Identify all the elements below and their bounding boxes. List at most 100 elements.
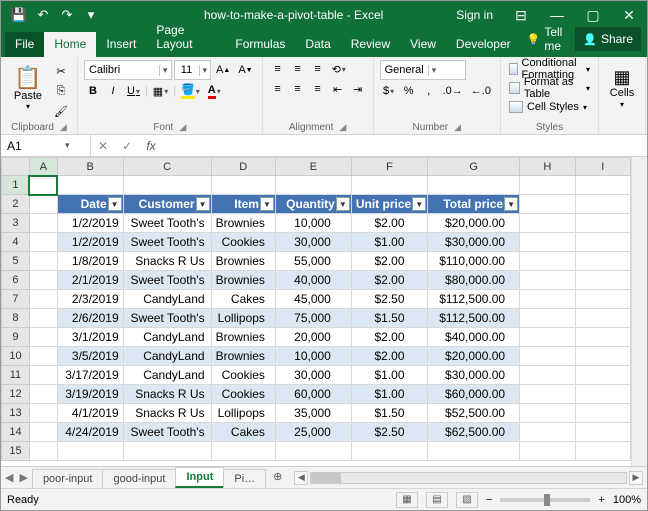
cell-quantity[interactable]: 55,000 bbox=[275, 252, 351, 271]
cell[interactable] bbox=[520, 328, 575, 347]
redo-icon[interactable]: ↷ bbox=[57, 5, 77, 25]
align-left-button[interactable]: ≡ bbox=[269, 80, 287, 98]
cell-unit-price[interactable]: $1.50 bbox=[351, 404, 427, 423]
cell-total-price[interactable]: $20,000.00 bbox=[428, 214, 520, 233]
sheet-nav-prev-icon[interactable]: ◀ bbox=[5, 471, 13, 484]
cell[interactable] bbox=[29, 252, 57, 271]
font-color-button[interactable]: A bbox=[205, 82, 224, 100]
cell-styles-button[interactable]: Cell Styles▾ bbox=[507, 98, 592, 116]
cell[interactable] bbox=[29, 233, 57, 252]
cell[interactable] bbox=[29, 404, 57, 423]
row-header-14[interactable]: 14 bbox=[2, 423, 30, 442]
cell-total-price[interactable]: $40,000.00 bbox=[428, 328, 520, 347]
cell-date[interactable]: 1/2/2019 bbox=[57, 214, 123, 233]
cells-button[interactable]: ▦ Cells ▾ bbox=[605, 60, 639, 116]
cell-quantity[interactable]: 60,000 bbox=[275, 385, 351, 404]
align-middle-button[interactable]: ≡ bbox=[289, 60, 307, 78]
cell-total-price[interactable]: $110,000.00 bbox=[428, 252, 520, 271]
cell[interactable] bbox=[123, 442, 211, 461]
row-header-3[interactable]: 3 bbox=[2, 214, 30, 233]
cell-quantity[interactable]: 10,000 bbox=[275, 347, 351, 366]
cell[interactable] bbox=[57, 176, 123, 195]
row-header-8[interactable]: 8 bbox=[2, 309, 30, 328]
cell-customer[interactable]: Sweet Tooth's bbox=[123, 309, 211, 328]
cell-item[interactable]: Brownies bbox=[211, 271, 275, 290]
cell-unit-price[interactable]: $1.00 bbox=[351, 366, 427, 385]
cell-unit-price[interactable]: $2.00 bbox=[351, 347, 427, 366]
table-header[interactable]: Total price▼ bbox=[428, 195, 520, 214]
tab-insert[interactable]: Insert bbox=[96, 32, 146, 57]
dialog-launcher-icon[interactable]: ◢ bbox=[60, 122, 67, 133]
align-top-button[interactable]: ≡ bbox=[269, 60, 287, 78]
cell-customer[interactable]: Sweet Tooth's bbox=[123, 271, 211, 290]
cell-item[interactable]: Lollipops bbox=[211, 309, 275, 328]
format-as-table-button[interactable]: Format as Table▾ bbox=[507, 79, 592, 97]
cell-item[interactable]: Cakes bbox=[211, 423, 275, 442]
cell[interactable] bbox=[575, 176, 630, 195]
scroll-right-icon[interactable]: ▶ bbox=[629, 471, 643, 485]
cell-total-price[interactable]: $112,500.00 bbox=[428, 290, 520, 309]
cell-total-price[interactable]: $112,500.00 bbox=[428, 309, 520, 328]
cell-item[interactable]: Lollipops bbox=[211, 404, 275, 423]
cell[interactable] bbox=[520, 233, 575, 252]
comma-format-button[interactable]: , bbox=[420, 82, 438, 100]
cell-unit-price[interactable]: $2.00 bbox=[351, 328, 427, 347]
zoom-slider[interactable] bbox=[500, 498, 590, 502]
cell[interactable] bbox=[520, 404, 575, 423]
fx-icon[interactable]: fx bbox=[139, 139, 163, 153]
page-layout-view-button[interactable]: ▤ bbox=[426, 492, 448, 508]
cell-customer[interactable]: CandyLand bbox=[123, 366, 211, 385]
filter-icon[interactable]: ▼ bbox=[260, 197, 274, 211]
cell[interactable] bbox=[275, 442, 351, 461]
cell[interactable] bbox=[428, 176, 520, 195]
cell[interactable] bbox=[575, 309, 630, 328]
cell[interactable] bbox=[29, 423, 57, 442]
cell-date[interactable]: 1/2/2019 bbox=[57, 233, 123, 252]
decrease-indent-button[interactable]: ⇤ bbox=[329, 80, 347, 98]
cell[interactable] bbox=[29, 309, 57, 328]
cell-quantity[interactable]: 35,000 bbox=[275, 404, 351, 423]
save-icon[interactable]: 💾 bbox=[9, 5, 29, 25]
normal-view-button[interactable]: ▦ bbox=[396, 492, 418, 508]
row-header-4[interactable]: 4 bbox=[2, 233, 30, 252]
cell-customer[interactable]: CandyLand bbox=[123, 347, 211, 366]
cell[interactable] bbox=[575, 347, 630, 366]
number-format-dropdown[interactable]: General▾ bbox=[380, 60, 466, 80]
cell[interactable] bbox=[29, 442, 57, 461]
cell[interactable] bbox=[575, 214, 630, 233]
cell[interactable] bbox=[29, 271, 57, 290]
cell[interactable] bbox=[520, 252, 575, 271]
cell-quantity[interactable]: 20,000 bbox=[275, 328, 351, 347]
cell[interactable] bbox=[575, 252, 630, 271]
zoom-out-button[interactable]: − bbox=[486, 494, 492, 506]
cell-unit-price[interactable]: $1.50 bbox=[351, 309, 427, 328]
cell-unit-price[interactable]: $1.00 bbox=[351, 233, 427, 252]
cell-customer[interactable]: Sweet Tooth's bbox=[123, 423, 211, 442]
name-box-input[interactable] bbox=[1, 138, 61, 154]
cell[interactable] bbox=[520, 347, 575, 366]
dialog-launcher-icon[interactable]: ◢ bbox=[339, 122, 346, 133]
row-header-5[interactable]: 5 bbox=[2, 252, 30, 271]
cell[interactable] bbox=[29, 328, 57, 347]
cell[interactable] bbox=[275, 176, 351, 195]
row-header-11[interactable]: 11 bbox=[2, 366, 30, 385]
increase-decimal-button[interactable]: .0→ bbox=[440, 82, 466, 100]
cell[interactable] bbox=[29, 214, 57, 233]
cell[interactable] bbox=[575, 423, 630, 442]
qat-customize-icon[interactable]: ▾ bbox=[81, 5, 101, 25]
name-box[interactable]: ▾ bbox=[1, 135, 91, 156]
bold-button[interactable]: B bbox=[84, 82, 102, 100]
fill-color-button[interactable]: 🪣 bbox=[178, 82, 203, 100]
cell-date[interactable]: 1/8/2019 bbox=[57, 252, 123, 271]
paste-button[interactable]: 📋 Paste ▾ bbox=[7, 60, 49, 116]
cell-quantity[interactable]: 75,000 bbox=[275, 309, 351, 328]
row-header-9[interactable]: 9 bbox=[2, 328, 30, 347]
enter-formula-icon[interactable]: ✓ bbox=[115, 139, 139, 153]
col-header-C[interactable]: C bbox=[123, 158, 211, 176]
cell-total-price[interactable]: $52,500.00 bbox=[428, 404, 520, 423]
cell[interactable] bbox=[575, 195, 630, 214]
tab-page-layout[interactable]: Page Layout bbox=[146, 18, 225, 57]
sheet-tab-pi-[interactable]: Pi… bbox=[223, 469, 266, 488]
font-name-dropdown[interactable]: Calibri▾ bbox=[84, 60, 172, 80]
orientation-button[interactable]: ⟲ bbox=[329, 60, 349, 78]
